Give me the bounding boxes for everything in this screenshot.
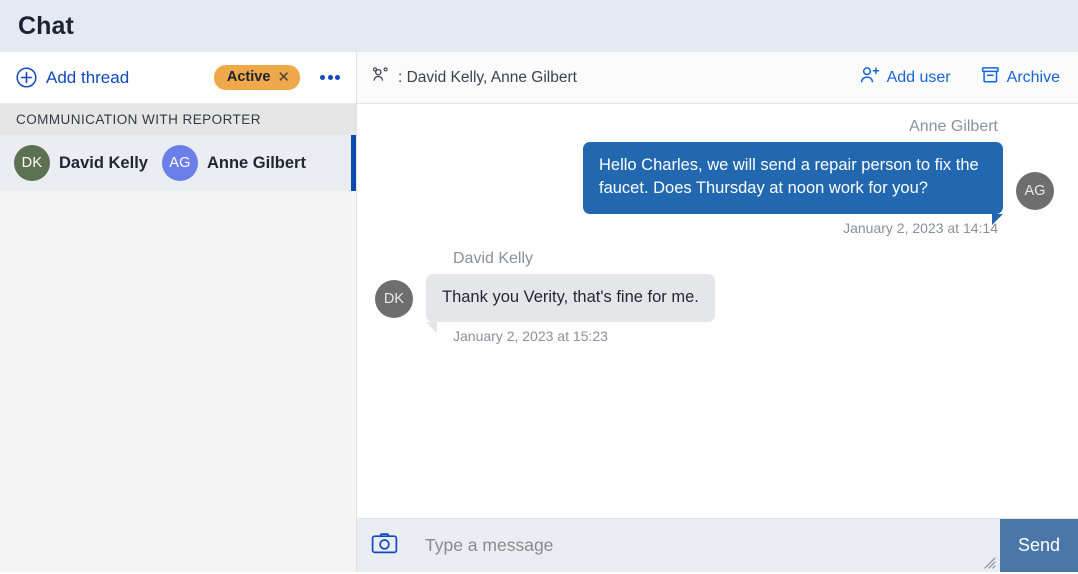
message-row: DK Thank you Verity, that's fine for me.: [375, 273, 715, 334]
avatar: DK: [14, 145, 50, 181]
avatar: AG: [161, 145, 198, 181]
camera-icon: [371, 532, 398, 560]
message-input[interactable]: [411, 535, 1000, 556]
camera-button[interactable]: [357, 519, 411, 572]
status-badge-label: Active: [226, 69, 271, 85]
page-title: Chat: [18, 11, 74, 40]
archive-button[interactable]: Archive: [981, 66, 1060, 89]
participant-name: Anne Gilbert: [206, 153, 306, 172]
plus-circle-icon: [16, 67, 37, 88]
chat-application: Chat Add thread Active ✕ COMMUNICATION W…: [0, 0, 1078, 572]
app-body: Add thread Active ✕ COMMUNICATION WITH R…: [0, 52, 1078, 572]
thread-participant-2: AG Anne Gilbert: [161, 145, 306, 181]
message-item: David Kelly DK Thank you Verity, that's …: [375, 250, 1054, 344]
send-button[interactable]: Send: [1000, 519, 1078, 572]
thread-list-item[interactable]: DK David Kelly AG Anne Gilbert: [0, 135, 356, 191]
title-bar: Chat: [0, 0, 1078, 52]
archive-icon: [981, 66, 1000, 89]
chat-panel: : David Kelly, Anne Gilbert Add user Arc…: [357, 52, 1078, 572]
thread-list: DK David Kelly AG Anne Gilbert: [0, 135, 356, 572]
message-row: Hello Charles, we will send a repair per…: [583, 142, 1054, 225]
message-item: Anne Gilbert Hello Charles, we will send…: [375, 118, 1054, 236]
dot-1: [320, 75, 325, 80]
participant-name: David Kelly: [59, 153, 148, 172]
message-bubble[interactable]: Thank you Verity, that's fine for me.: [426, 273, 715, 334]
message-timestamp: January 2, 2023 at 14:14: [843, 219, 998, 236]
message-timestamp: January 2, 2023 at 15:23: [453, 328, 608, 345]
add-user-label: Add user: [886, 68, 951, 86]
message-author: David Kelly: [453, 249, 534, 267]
sidebar-toolbar: Add thread Active ✕: [0, 52, 356, 104]
more-options-icon[interactable]: [318, 69, 342, 86]
add-thread-button[interactable]: Add thread: [16, 67, 129, 88]
people-icon: [372, 66, 392, 89]
avatar: AG: [1016, 171, 1054, 210]
resize-grip-icon[interactable]: [984, 556, 996, 569]
add-user-button[interactable]: Add user: [860, 66, 951, 89]
chat-participants-label: : David Kelly, Anne Gilbert: [398, 68, 577, 86]
chat-participants: : David Kelly, Anne Gilbert: [372, 66, 577, 89]
message-author: Anne Gilbert: [909, 118, 998, 135]
message-input-wrap: [411, 519, 1000, 572]
dot-3: [335, 75, 340, 80]
thread-participant-1: DK David Kelly: [14, 145, 148, 181]
message-list: Anne Gilbert Hello Charles, we will send…: [357, 104, 1078, 518]
thread-sidebar: Add thread Active ✕ COMMUNICATION WITH R…: [0, 52, 356, 572]
archive-label: Archive: [1006, 68, 1060, 86]
avatar: DK: [375, 280, 413, 319]
chat-header: : David Kelly, Anne Gilbert Add user Arc…: [357, 52, 1078, 104]
message-bubble[interactable]: Hello Charles, we will send a repair per…: [583, 142, 1003, 225]
status-badge-active[interactable]: Active ✕: [213, 65, 300, 90]
section-header: COMMUNICATION WITH REPORTER: [0, 104, 356, 135]
close-icon[interactable]: ✕: [277, 70, 290, 85]
dot-2: [327, 75, 333, 80]
add-thread-label: Add thread: [46, 67, 130, 87]
user-plus-icon: [860, 66, 880, 89]
message-composer: Send: [357, 518, 1078, 572]
